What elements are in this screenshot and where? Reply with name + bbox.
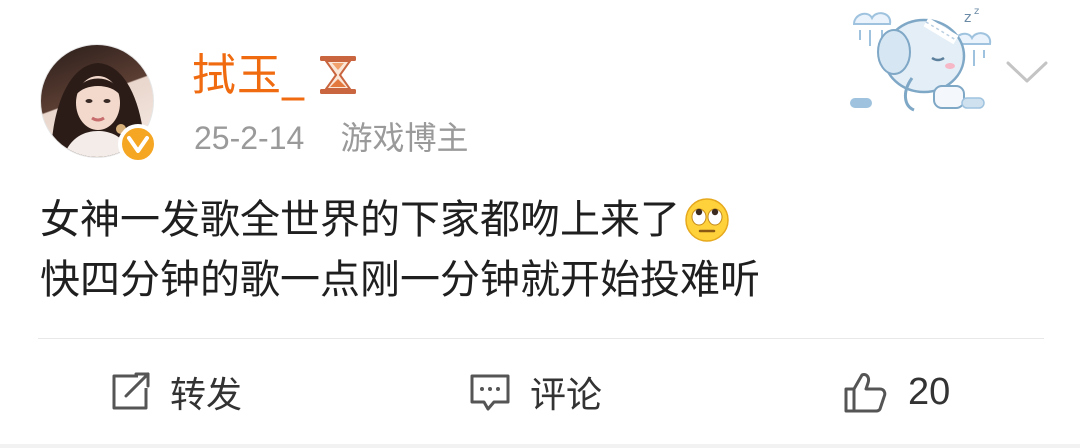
content-line: 女神一发歌全世界的下家都吻上来了 (40, 190, 1040, 250)
comment-label: 评论 (530, 375, 603, 416)
repost-button[interactable]: 转发 (108, 364, 242, 420)
like-count: 20 (908, 370, 951, 413)
post-content: 女神一发歌全世界的下家都吻上来了 快四分钟的歌一点刚一分钟就开始投难听 (40, 190, 1040, 310)
post-date: 25-2-14 (194, 120, 305, 156)
comment-icon (470, 374, 510, 411)
card-bottom-separator (0, 444, 1080, 448)
svg-text:z: z (974, 6, 979, 17)
verified-badge-icon (118, 124, 158, 164)
repost-label: 转发 (170, 375, 243, 416)
svg-text:z: z (964, 10, 971, 26)
repost-icon (112, 372, 150, 410)
divider (38, 338, 1044, 339)
chevron-down-icon[interactable] (1004, 58, 1050, 86)
weibo-post-card: 拭玉_ 25-2-14 游戏博主 z z 女神一发歌全世界的下家都吻上来了 快四… (0, 0, 1080, 448)
user-tag: 游戏博主 (340, 119, 469, 157)
content-line: 快四分钟的歌一点刚一分钟就开始投难听 (40, 250, 1040, 310)
username[interactable]: 拭玉_ (192, 48, 305, 104)
content-text: 快四分钟的歌一点刚一分钟就开始投难听 (40, 257, 760, 303)
post-meta: 25-2-14 游戏博主 (194, 116, 468, 160)
sleeping-elephant-sticker: z z (850, 6, 992, 112)
thumbs-up-icon (844, 373, 887, 413)
comment-button[interactable]: 评论 (468, 364, 602, 420)
like-button[interactable]: 20 (842, 364, 950, 420)
content-text: 女神一发歌全世界的下家都吻上来了 (40, 197, 680, 243)
eye-roll-emoji-icon (685, 198, 729, 242)
hourglass-icon (320, 56, 356, 94)
